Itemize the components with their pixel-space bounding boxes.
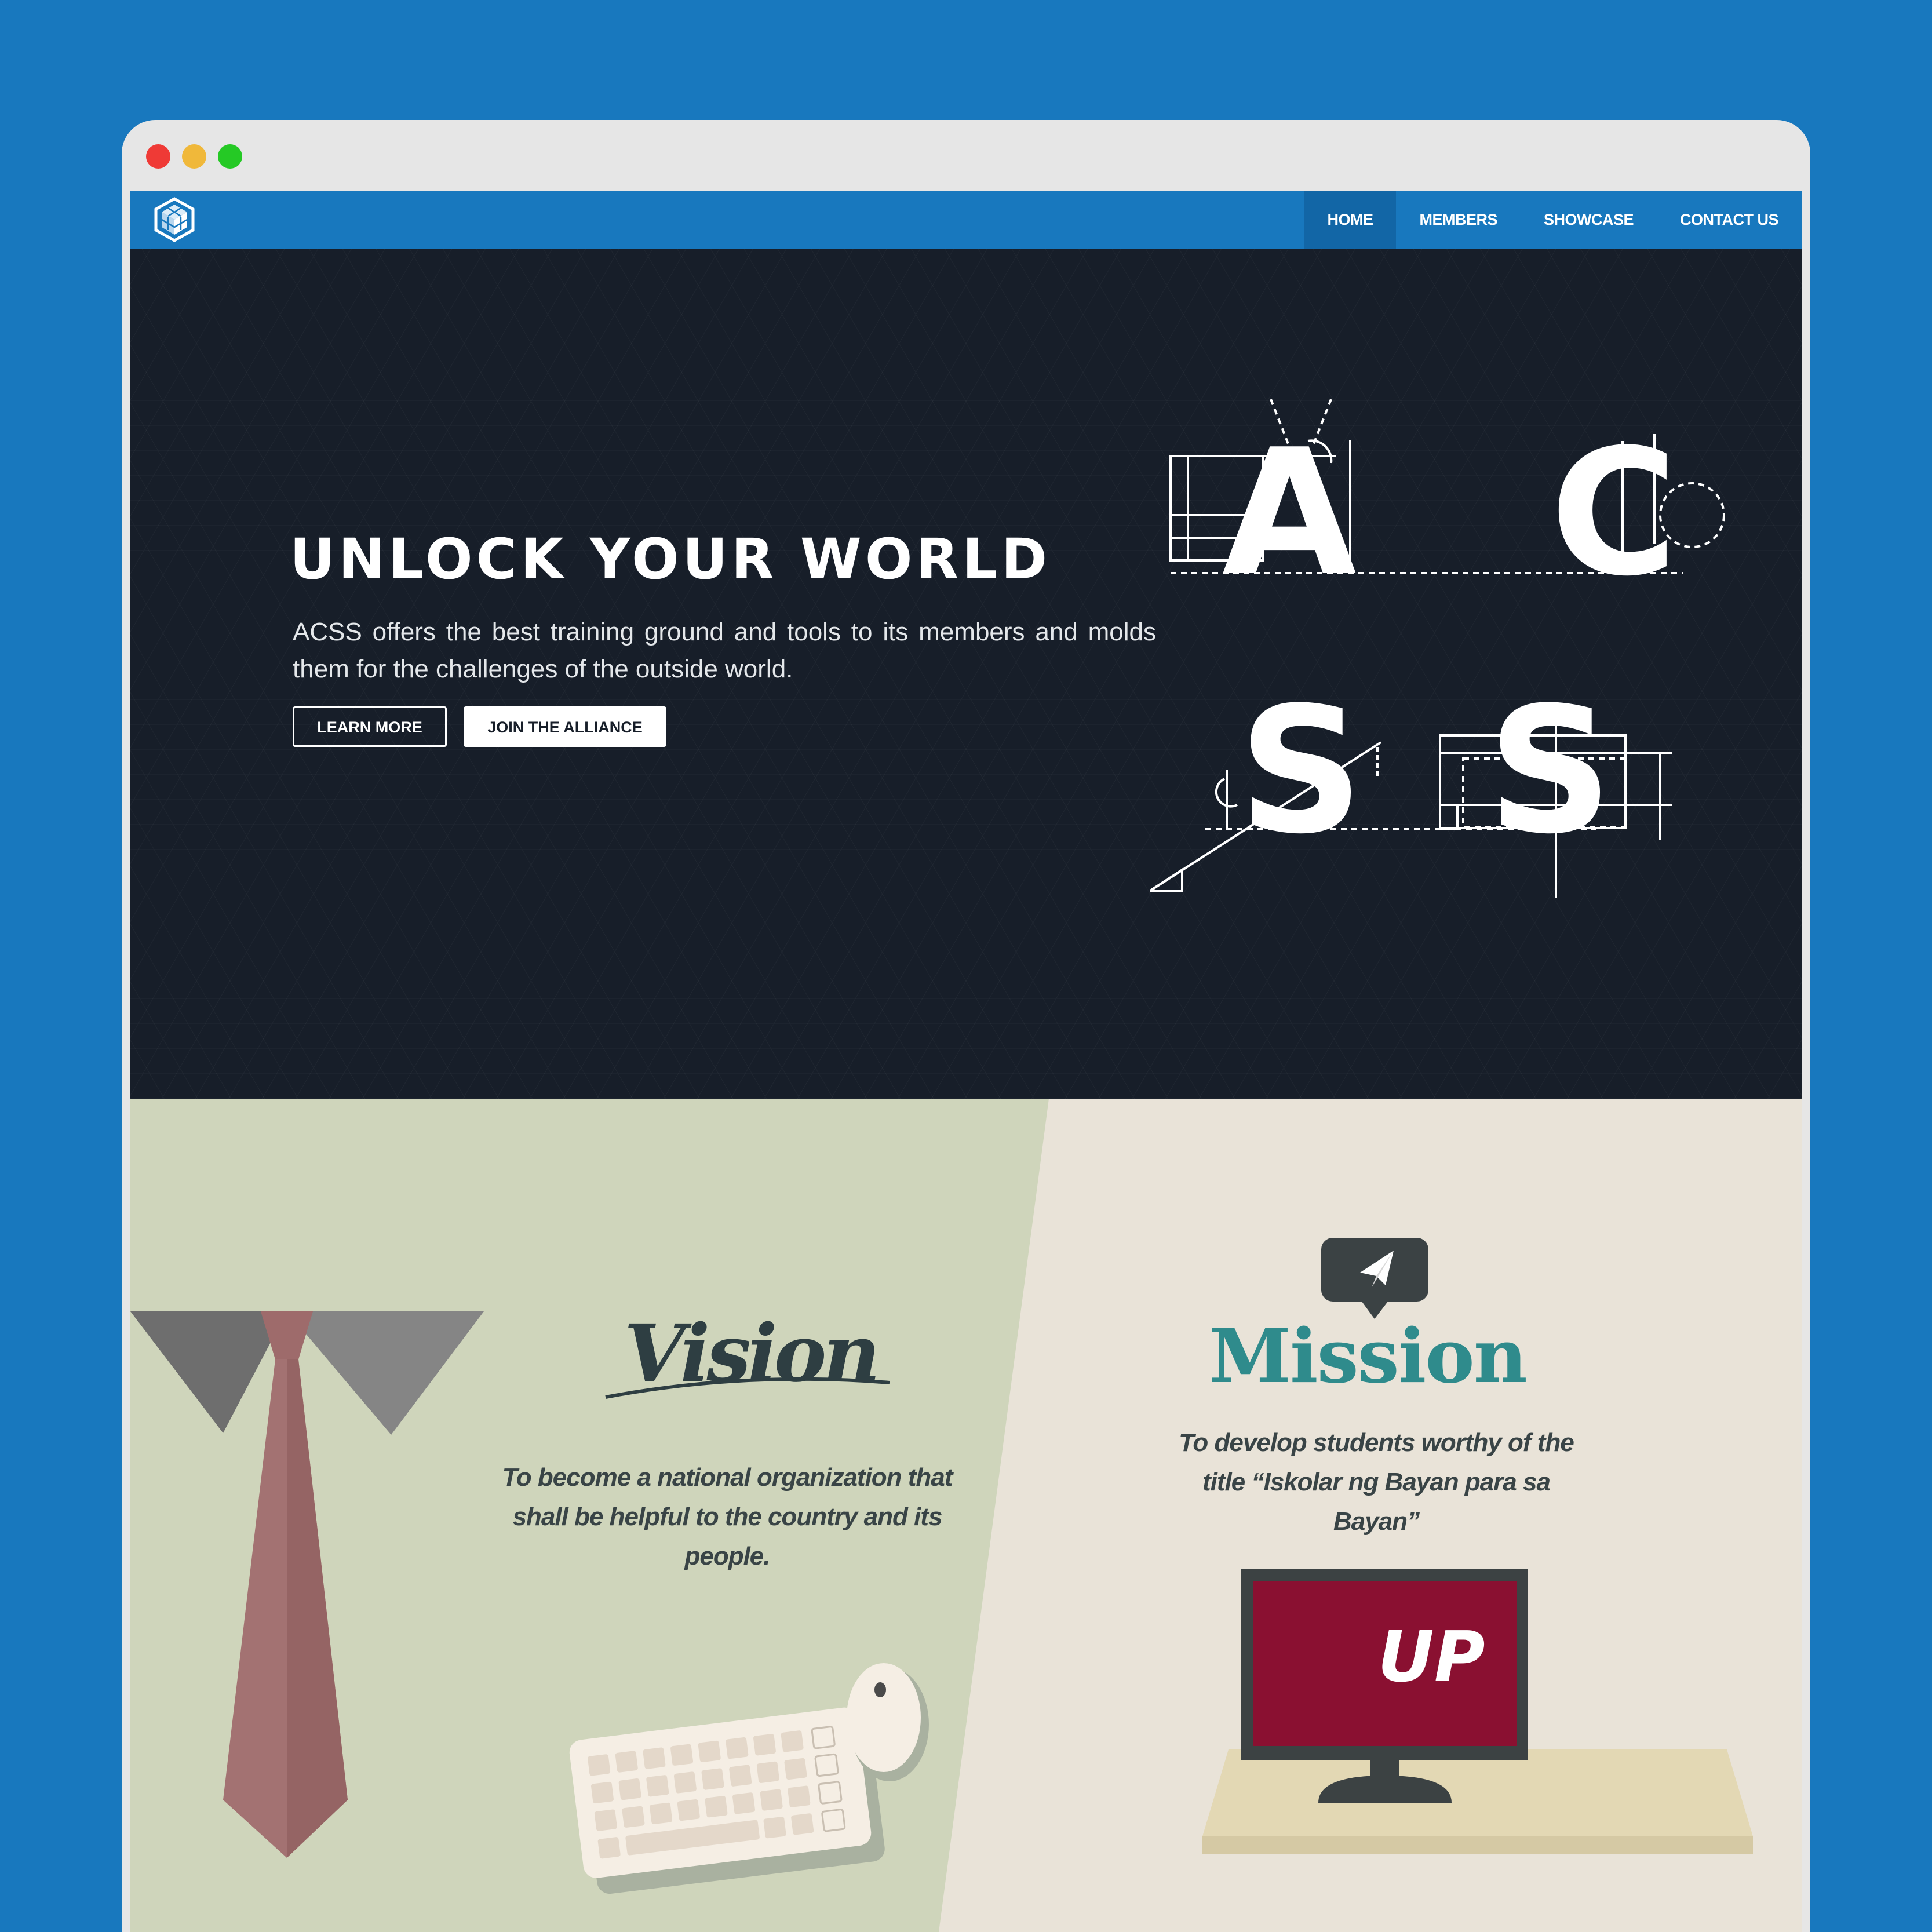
vision-text: To become a national organization that s… <box>502 1463 953 1570</box>
nav-menu: HOME MEMBERS SHOWCASE CONTACT US <box>1304 191 1802 249</box>
web-page: HOME MEMBERS SHOWCASE CONTACT US UNLOCK … <box>130 191 1802 1932</box>
hero-title: UNLOCK YOUR WORLD <box>290 527 1051 592</box>
learn-more-button[interactable]: LEARN MORE <box>293 706 447 747</box>
close-window-button[interactable] <box>146 144 170 169</box>
nav-members[interactable]: MEMBERS <box>1396 191 1521 249</box>
art-letter-c: C <box>1550 412 1678 614</box>
monitor-screen-label: UP <box>1377 1617 1485 1698</box>
vision-title: Vision <box>624 1307 881 1400</box>
nav-showcase[interactable]: SHOWCASE <box>1521 191 1657 249</box>
minimize-window-button[interactable] <box>182 144 206 169</box>
art-letter-s-right: S <box>1488 670 1613 872</box>
nav-home[interactable]: HOME <box>1304 191 1397 249</box>
navbar: HOME MEMBERS SHOWCASE CONTACT US <box>130 191 1802 249</box>
hero-subtitle: ACSS offers the best training ground and… <box>293 618 1156 683</box>
mission-title: Mission <box>1209 1313 1528 1400</box>
join-alliance-button[interactable]: JOIN THE ALLIANCE <box>464 706 666 747</box>
nav-contact-us[interactable]: CONTACT US <box>1657 191 1802 249</box>
mission-text: To develop students worthy of the title … <box>1179 1428 1574 1536</box>
browser-window: HOME MEMBERS SHOWCASE CONTACT US UNLOCK … <box>122 120 1810 1932</box>
art-letter-a: A <box>1222 412 1358 614</box>
acss-blueprint-art: A C S S <box>1150 399 1725 898</box>
hero-section: UNLOCK YOUR WORLD ACSS offers the best t… <box>130 249 1802 1099</box>
maximize-window-button[interactable] <box>218 144 242 169</box>
art-letter-s-left: S <box>1238 670 1364 872</box>
vision-mission-section: Vision To become a national organization… <box>130 1099 1802 1932</box>
acss-cube-logo-icon[interactable] <box>151 196 198 243</box>
